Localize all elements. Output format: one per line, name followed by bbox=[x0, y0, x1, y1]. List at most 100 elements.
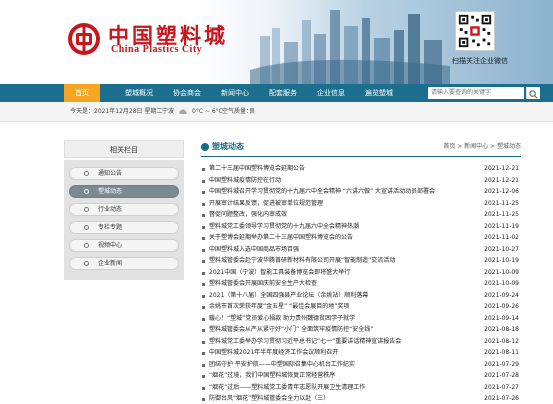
sidebar-item-notices[interactable]: 通知公告 bbox=[69, 167, 179, 180]
news-title[interactable]: 塑料城党工委领导学习贯彻党的十九届六中全会精神热潮 bbox=[209, 222, 464, 232]
news-date: 2021-08-18 bbox=[484, 326, 519, 333]
news-title[interactable]: 中国塑料城2021年半年度经济工作会议顺利召开 bbox=[209, 348, 464, 358]
news-item[interactable]: 中国塑料城2021年半年度经济工作会议顺利召开 2021-08-11 bbox=[201, 348, 521, 358]
qr-caption: 扫描关注企业微信 bbox=[452, 57, 508, 65]
bullet-icon bbox=[202, 283, 205, 286]
bullet-icon bbox=[202, 386, 205, 390]
bullet-icon bbox=[202, 306, 205, 309]
section-title: 塑城动态 bbox=[212, 142, 244, 151]
news-item[interactable]: 关于塑博会延期举办第二十三届中国塑料博览会的公告 2021-11-02 bbox=[201, 233, 521, 243]
news-title[interactable]: 督促问题整改，强化内审成效 bbox=[209, 210, 464, 220]
news-title[interactable]: 塑料城管委会开展国庆前安全生产大检查 bbox=[209, 279, 464, 289]
logo-script-text: ᠮᠣᠩ bbox=[206, 24, 222, 33]
bullet-icon bbox=[202, 398, 205, 401]
news-item[interactable]: 塑料城党工委领导学习贯彻党的十九届六中全会精神热潮 2021-11-19 bbox=[201, 222, 521, 232]
news-title[interactable]: 塑料城管委会赴宁波华腾首研新材料有限公司开展“智能制造”交流活动 bbox=[209, 256, 464, 266]
news-item[interactable]: 开展审计结果反馈，促进被审单位规范管理 2021-11-25 bbox=[201, 199, 521, 209]
bullet-icon bbox=[202, 202, 205, 206]
news-item[interactable]: 余姚市首次荣获年度“金五星” “最佳会展目的地”奖项 2021-09-26 bbox=[201, 302, 521, 312]
qr-code-icon bbox=[455, 11, 495, 51]
news-title[interactable]: 塑料城管委会从严从紧守好“小门” 全面筑牢疫情防控“安全线” bbox=[209, 325, 464, 335]
radio-dot-icon bbox=[84, 243, 89, 248]
nav-item-services[interactable]: 配套服务 bbox=[262, 84, 304, 102]
radio-dot-icon bbox=[84, 207, 89, 212]
nav-item-home[interactable]: 首页 bbox=[64, 84, 100, 102]
news-item[interactable]: 塑料城管委会从严从紧守好“小门” 全面筑牢疫情防控“安全线” 2021-08-18 bbox=[201, 325, 521, 335]
news-title[interactable]: 中国塑料城召开学习贯彻党的十九届六中全会精神 “六讲六做” 大宣讲活动动员部署会 bbox=[209, 187, 464, 197]
news-title[interactable]: 塑料城党工委举办学习贯彻习近平总书记“七一”重要讲话精神宣讲报告会 bbox=[209, 337, 464, 347]
news-title[interactable]: 关于塑博会延期举办第二十三届中国塑料博览会的公告 bbox=[209, 233, 464, 243]
news-item[interactable]: 中国塑料城入选中国商品市场百强 2021-10-27 bbox=[201, 245, 521, 255]
news-title[interactable]: 中国塑料城疫情防控在行动 bbox=[209, 176, 464, 186]
news-item[interactable]: 第二十三届中国塑料博览会延期公告 2021-12-21 bbox=[201, 164, 521, 174]
news-title[interactable]: 2021（第十八届）全国四强县产业论坛（余姚站）顺利落幕 bbox=[209, 291, 464, 301]
news-title[interactable]: 第二十三届中国塑料博览会延期公告 bbox=[209, 164, 464, 174]
news-date: 2021-08-12 bbox=[484, 337, 519, 345]
news-date: 2021-12-21 bbox=[484, 176, 519, 184]
news-date: 2021-10-27 bbox=[484, 245, 519, 253]
search-button[interactable] bbox=[526, 87, 540, 99]
main-nav: 首页 塑城概况 协会商会 新闻中心 配套服务 企业信息 遍览塑城 bbox=[0, 84, 553, 102]
news-item[interactable]: 中国塑料城疫情防控在行动 2021-12-21 bbox=[201, 176, 521, 186]
sidebar-item-city-news[interactable]: 塑城动态 bbox=[69, 185, 179, 198]
main-content: 塑城动态 首页 > 新闻中心 > 塑城动态 第二十三届中国塑料博览会延期公告 20… bbox=[201, 140, 521, 404]
news-date: 2021-12-21 bbox=[484, 165, 519, 172]
sidebar-item-label: 塑城动态 bbox=[98, 188, 123, 195]
bullet-icon bbox=[202, 214, 205, 217]
sidebar-menu: 通知公告 塑城动态 行业动态 专栏专题 视频中心 企业新闻 bbox=[64, 160, 184, 280]
news-item[interactable]: 塑料城管委会开展国庆前安全生产大检查 2021-10-09 bbox=[201, 279, 521, 289]
header: 中国塑料城 China Plastics City ᠮᠣᠩ 扫描关注企业微信 bbox=[0, 0, 553, 84]
nav-item-enterprise[interactable]: 企业信息 bbox=[310, 84, 352, 102]
news-item[interactable]: 2021中国（宁波）智能工具装备博览会即将盛大举行 2021-10-09 bbox=[201, 268, 521, 278]
bullet-icon bbox=[202, 179, 205, 183]
sidebar-item-label: 视频中心 bbox=[98, 242, 123, 249]
sidebar-item-video-center[interactable]: 视频中心 bbox=[69, 239, 179, 252]
news-item[interactable]: 防御台风“烟花”塑料城管委会全力以赴（三） 2021-07-26 bbox=[201, 394, 521, 404]
news-title[interactable]: 2021中国（宁波）智能工具装备博览会即将盛大举行 bbox=[209, 268, 464, 278]
bullet-icon bbox=[202, 363, 205, 367]
sidebar-item-industry-news[interactable]: 行业动态 bbox=[69, 203, 179, 216]
city-skyline bbox=[250, 10, 450, 84]
nav-item-browse[interactable]: 遍览塑城 bbox=[358, 84, 400, 102]
news-item[interactable]: “烟花”过后——塑料城党工委青年志愿队开展卫生清理工作 2021-07-27 bbox=[201, 383, 521, 393]
sidebar-item-company-news[interactable]: 企业新闻 bbox=[69, 257, 179, 270]
news-title[interactable]: 开展审计结果反馈，促进被审单位规范管理 bbox=[209, 199, 464, 209]
search-input[interactable] bbox=[428, 87, 524, 99]
news-title[interactable]: “烟花”过后——塑料城党工委青年志愿队开展卫生清理工作 bbox=[209, 383, 464, 393]
breadcrumb[interactable]: 首页 > 新闻中心 > 塑城动态 bbox=[443, 140, 521, 154]
news-item[interactable]: 中国塑料城召开学习贯彻党的十九届六中全会精神 “六讲六做” 大宣讲活动动员部署会… bbox=[201, 187, 521, 197]
logo-english-title: China Plastics City bbox=[111, 44, 203, 55]
nav-item-overview[interactable]: 塑城概况 bbox=[118, 84, 160, 102]
news-date: 2021-12-06 bbox=[484, 188, 519, 195]
temperature: 0°C ~ 6°C bbox=[192, 108, 223, 115]
sidebar-item-label: 专栏专题 bbox=[98, 224, 123, 231]
sidebar-item-special-topics[interactable]: 专栏专题 bbox=[69, 221, 179, 234]
info-bar: 今天是：2021年12月28日 星期二 宁波 0°C ~ 6°C 空气质量： 良 bbox=[0, 102, 553, 122]
nav-item-associations[interactable]: 协会商会 bbox=[166, 84, 208, 102]
news-item[interactable]: “烟花”过境，我们中国塑料城恢复正常经营秩序 2021-07-28 bbox=[201, 371, 521, 381]
news-item[interactable]: 塑料城党工委举办学习贯彻习近平总书记“七一”重要讲话精神宣讲报告会 2021-08… bbox=[201, 337, 521, 347]
news-title[interactable]: 中国塑料城入选中国商品市场百强 bbox=[209, 245, 464, 255]
news-date: 2021-10-09 bbox=[484, 280, 519, 287]
radio-dot-icon bbox=[84, 225, 89, 230]
news-date: 2021-07-29 bbox=[484, 360, 519, 368]
news-title[interactable]: 防御台风“烟花”塑料城管委会全力以赴（三） bbox=[209, 394, 464, 404]
radio-dot-icon bbox=[84, 261, 89, 266]
news-item[interactable]: 2021（第十八届）全国四强县产业论坛（余姚站）顺利落幕 2021-09-24 bbox=[201, 291, 521, 301]
news-title[interactable]: 余姚市首次荣获年度“金五星” “最佳会展目的地”奖项 bbox=[209, 302, 464, 312]
bullet-icon bbox=[202, 260, 205, 263]
news-item[interactable]: 暖心！“塑城”党员爱心捐款 助力贵州魏德贫困学子就学 2021-09-14 bbox=[201, 314, 521, 324]
news-title[interactable]: 暖心！“塑城”党员爱心捐款 助力贵州魏德贫困学子就学 bbox=[209, 314, 464, 324]
news-item[interactable]: 团结守护 平安护航——中塑国际召集中心机台工作纪实 2021-07-29 bbox=[201, 360, 521, 370]
date-text: 今天是：2021年12月28日 星期二 bbox=[70, 108, 163, 115]
news-item[interactable]: 塑料城管委会赴宁波华腾首研新材料有限公司开展“智能制造”交流活动 2021-10-… bbox=[201, 256, 521, 266]
air-quality-value: 良 bbox=[249, 108, 256, 115]
nav-item-news-center[interactable]: 新闻中心 bbox=[214, 84, 256, 102]
news-title[interactable]: 团结守护 平安护航——中塑国际召集中心机台工作纪实 bbox=[209, 360, 464, 370]
news-title[interactable]: “烟花”过境，我们中国塑料城恢复正常经营秩序 bbox=[209, 371, 464, 381]
sidebar-item-label: 行业动态 bbox=[98, 206, 123, 213]
news-date: 2021-08-11 bbox=[484, 349, 519, 356]
bullet-icon bbox=[202, 340, 205, 344]
news-item[interactable]: 督促问题整改，强化内审成效 2021-11-25 bbox=[201, 210, 521, 220]
bullet-icon bbox=[202, 375, 205, 378]
